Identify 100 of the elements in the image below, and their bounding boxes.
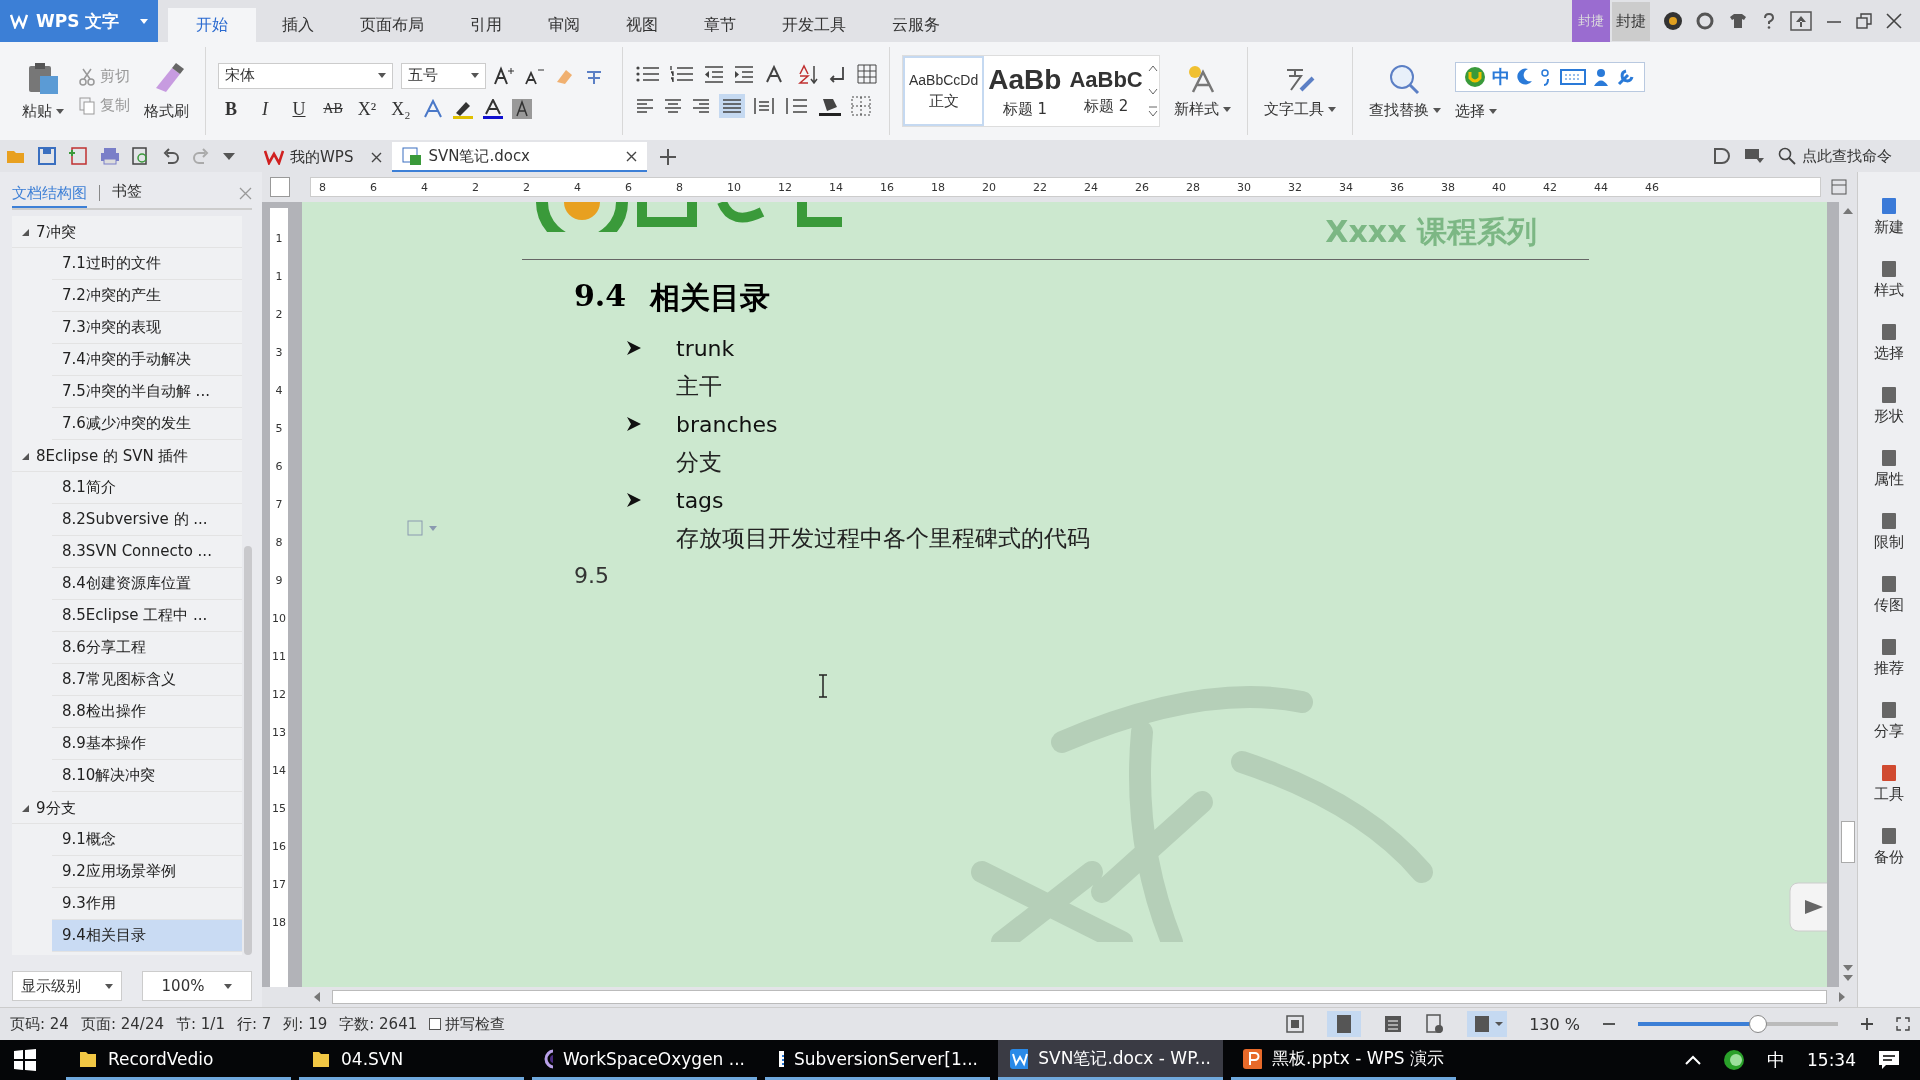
menu-tab[interactable]: 章节 [684,8,756,42]
distribute-icon[interactable] [753,96,775,116]
sidebar-tool[interactable]: 备份 [1874,826,1904,867]
paste-button[interactable]: 粘贴 [18,57,68,125]
collapse-ribbon-icon[interactable] [1790,11,1812,31]
outline-view-icon[interactable] [1383,1014,1404,1034]
increase-indent-icon[interactable] [733,64,755,84]
close-tab-icon[interactable] [626,150,638,162]
tray-expand-icon[interactable] [1685,1054,1701,1066]
level-select[interactable]: 显示级别 [12,971,122,1001]
panel-tab[interactable]: 书签 [112,182,142,204]
menu-tab[interactable]: 开发工具 [762,8,866,42]
play-button-icon[interactable] [1789,882,1827,932]
restore-icon[interactable] [1856,13,1872,29]
new-tab-icon[interactable] [659,148,678,166]
outline-item[interactable]: 8.9基本操作 [52,728,242,760]
new-style-button[interactable]: 新样式 [1169,59,1235,123]
outline-item[interactable]: 7冲突 [12,216,242,248]
outline-item[interactable]: 8Eclipse 的 SVN 插件 [12,440,242,472]
sidebar-tool[interactable]: 新建 [1874,196,1904,237]
bullet-list-icon[interactable] [635,64,661,84]
align-center-icon[interactable] [663,96,683,116]
zoom-in-icon[interactable] [1860,1017,1874,1031]
menu-tab[interactable]: 插入 [262,8,334,42]
export-icon[interactable] [68,147,88,165]
tab-stop-selector[interactable] [270,177,290,197]
sidebar-tool[interactable]: 推荐 [1874,637,1904,678]
outline-item[interactable]: 8.10解决冲突 [52,760,242,792]
sidebar-tool[interactable]: 分享 [1874,700,1904,741]
user-name[interactable]: 封捷 [1612,1,1650,41]
taskbar-item[interactable]: SVN笔记.docx - WP... [998,1040,1223,1080]
help-icon[interactable] [1762,12,1776,30]
fullscreen-icon[interactable] [1285,1014,1306,1034]
taskbar-item[interactable]: WorkSpaceOxygen ... [532,1040,757,1080]
sidebar-tool[interactable]: 传图 [1874,574,1904,615]
customize-caret-icon[interactable] [222,151,236,161]
sidebar-tool[interactable]: 工具 [1874,763,1904,804]
select-button[interactable]: 选择 [1454,101,1497,121]
close-tab-icon[interactable] [371,151,383,163]
sort-icon[interactable] [797,64,819,84]
save-icon[interactable] [38,147,56,165]
taskbar-item[interactable]: 04.SVN [299,1040,524,1080]
print-preview-icon[interactable] [132,147,150,165]
web-view-icon[interactable] [1425,1014,1446,1034]
menu-tab[interactable]: 视图 [606,8,678,42]
document-tab[interactable]: SVN笔记.docx [392,142,648,172]
outline-item[interactable]: 8.6分享工程 [52,632,242,664]
sidebar-tool[interactable]: 属性 [1874,448,1904,489]
document-tab[interactable]: 我的WPS [254,142,393,172]
find-replace-button[interactable]: 查找替换 [1364,58,1445,124]
outline-item[interactable]: 7.1过时的文件 [52,248,242,280]
start-icon[interactable] [14,1049,36,1071]
menu-tab[interactable]: 页面布局 [340,8,444,42]
sidebar-tool[interactable]: 形状 [1874,385,1904,426]
outline-item[interactable]: 9.2应用场景举例 [52,856,242,888]
text-effect-icon[interactable] [422,99,444,119]
outline-item[interactable]: 7.6减少冲突的发生 [52,408,242,440]
menu-tab[interactable]: 引用 [450,8,522,42]
panel-scrollbar[interactable] [244,546,252,955]
font-select[interactable]: 宋体 [218,62,393,89]
print-icon[interactable] [100,147,120,165]
outline-item[interactable]: 9.4相关目录 [52,920,242,952]
network-status-icon[interactable] [1723,1049,1745,1071]
sidebar-tool[interactable]: 样式 [1874,259,1904,300]
ime-indicator[interactable]: 中 [1767,1048,1785,1072]
scroll-down-icon[interactable] [1842,963,1854,983]
outline-item[interactable]: 8.2Subversive 的 ... [52,504,242,536]
download-icon[interactable] [1744,147,1764,165]
outline-item[interactable]: 9分支 [12,792,242,824]
menu-tab[interactable]: 审阅 [528,8,600,42]
sidebar-tool[interactable]: 选择 [1874,322,1904,363]
spell-check-checkbox[interactable] [429,1018,442,1030]
strikethrough-button[interactable]: AB [320,101,346,117]
keyboard-icon[interactable] [1559,67,1586,86]
page-view-icon[interactable] [1327,1011,1362,1037]
outline-item[interactable]: 8.1简介 [52,472,242,504]
scroll-left-icon[interactable] [312,991,322,1003]
style-option[interactable]: AaBbC 标题 2 [1065,56,1147,126]
style-option[interactable]: AaBb 标题 1 [984,56,1066,126]
outline-item[interactable]: 8.3SVN Connecto ... [52,536,242,568]
panel-tab[interactable]: 文档结构图 [12,183,87,208]
outline-item[interactable]: 7.3冲突的表现 [52,312,242,344]
taskbar-item[interactable]: SubversionServer[1... [765,1040,990,1080]
moon-icon[interactable] [1515,66,1534,87]
menu-tab[interactable]: 云服务 [872,8,960,42]
format-painter-button[interactable]: 格式刷 [140,57,193,125]
taskbar-item[interactable]: 黑板.pptx - WPS 演示 [1231,1040,1456,1080]
ime-logo-icon[interactable] [1463,65,1486,88]
taskbar-item[interactable]: RecordVedio [66,1040,291,1080]
ime-mode[interactable]: 中 [1491,64,1510,89]
outline-item[interactable]: 9.1概念 [52,824,242,856]
scrollbar-thumb[interactable] [332,990,1827,1004]
style-option[interactable]: AaBbCcDd 正文 [903,56,985,126]
font-color-icon[interactable] [482,99,504,119]
sign-in-icon[interactable] [1712,147,1730,165]
shirt-icon[interactable] [1728,12,1748,30]
outline-item[interactable]: 7.5冲突的半自动解 ... [52,376,242,408]
reading-mode-icon[interactable] [1467,1011,1508,1037]
font-size-select[interactable]: 五号 [401,62,486,89]
notification-icon[interactable] [1878,1050,1900,1070]
